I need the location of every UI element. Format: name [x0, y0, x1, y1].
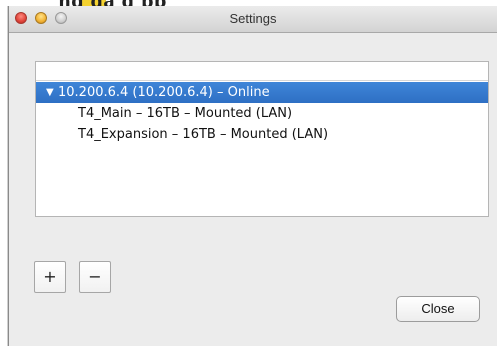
- add-button[interactable]: +: [34, 261, 66, 293]
- settings-window: Settings ▼ 10.200.6.4 (10.200.6.4) – Onl…: [8, 6, 497, 346]
- list-header: [36, 62, 488, 81]
- server-outline-list[interactable]: ▼ 10.200.6.4 (10.200.6.4) – Online T4_Ma…: [35, 61, 489, 217]
- server-label: 10.200.6.4 (10.200.6.4) – Online: [58, 85, 270, 100]
- remove-button[interactable]: −: [79, 261, 111, 293]
- volume-row[interactable]: T4_Main – 16TB – Mounted (LAN): [36, 103, 488, 124]
- close-button[interactable]: Close: [396, 296, 480, 322]
- volume-row[interactable]: T4_Expansion – 16TB – Mounted (LAN): [36, 124, 488, 145]
- volume-label: T4_Main – 16TB – Mounted (LAN): [78, 106, 293, 121]
- disclosure-triangle-icon[interactable]: ▼: [46, 82, 54, 103]
- title-bar[interactable]: Settings: [9, 6, 497, 33]
- server-row[interactable]: ▼ 10.200.6.4 (10.200.6.4) – Online: [36, 82, 488, 103]
- window-title: Settings: [229, 11, 277, 26]
- volume-label: T4_Expansion – 16TB – Mounted (LAN): [78, 127, 329, 142]
